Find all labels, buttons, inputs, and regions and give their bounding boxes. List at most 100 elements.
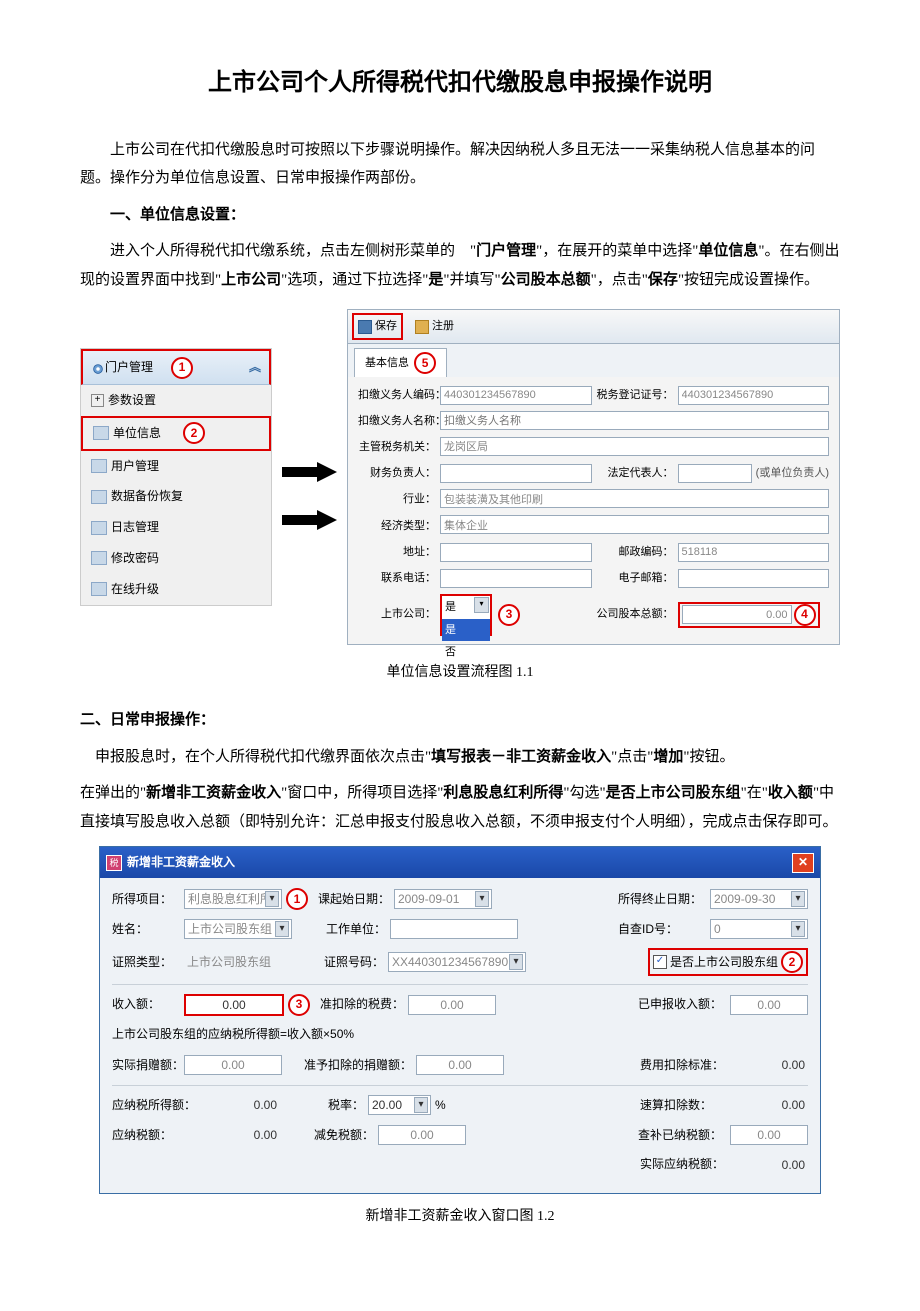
- arrow-right-icon: [282, 462, 337, 482]
- sidebar-item-upgrade[interactable]: 在线升级: [81, 574, 271, 605]
- marker-1: 1: [286, 888, 308, 910]
- dialog-add-income: 税 新增非工资薪金收入 ✕ 所得项目： 利息股息红利所 1 课起始日期： 200…: [99, 846, 821, 1194]
- input-donation[interactable]: 0.00: [184, 1055, 282, 1075]
- label-donation: 实际捐赠额：: [112, 1054, 180, 1077]
- input-start-date[interactable]: 2009-09-01: [394, 889, 492, 909]
- input-capital[interactable]: [682, 605, 792, 624]
- sidebar-item-password[interactable]: 修改密码: [81, 543, 271, 574]
- figure1: 门户管理 1 ︽ +参数设置 单位信息2 用户管理 数据备份恢复 日志管理 修改…: [80, 309, 840, 645]
- label-code: 扣缴义务人编码：: [358, 385, 436, 406]
- close-button[interactable]: ✕: [792, 853, 814, 873]
- input-certno[interactable]: XX440301234567890: [388, 952, 526, 972]
- caption-fig2: 新增非工资薪金收入窗口图 1.2: [80, 1204, 840, 1231]
- label-paid: 查补已纳税额：: [638, 1124, 726, 1147]
- label-declared: 已申报收入额：: [638, 993, 726, 1016]
- label-allow: 准予扣除的捐赠额：: [302, 1054, 412, 1077]
- input-relief[interactable]: 0.00: [378, 1125, 466, 1145]
- register-button[interactable]: 注册: [411, 313, 458, 340]
- input-selfid[interactable]: 0: [710, 919, 808, 939]
- section1-body: 进入个人所得税代扣代缴系统，点击左侧树形菜单的 "门户管理"，在展开的菜单中选择…: [80, 237, 840, 294]
- sidebar-item-label: 数据备份恢复: [111, 485, 183, 508]
- input-finance[interactable]: [440, 464, 592, 483]
- sidebar-item-logs[interactable]: 日志管理: [81, 512, 271, 543]
- sidebar-item-params[interactable]: +参数设置: [81, 385, 271, 416]
- dialog-title: 新增非工资薪金收入: [127, 851, 235, 874]
- chevron-down-icon[interactable]: ▾: [474, 597, 489, 613]
- input-name[interactable]: [440, 411, 829, 430]
- label-name: 姓名：: [112, 918, 180, 941]
- sidebar-item-label: 日志管理: [111, 516, 159, 539]
- value-std: 0.00: [732, 1056, 808, 1074]
- percent-sign: %: [435, 1094, 446, 1117]
- tab-strip: 基本信息 5: [348, 344, 839, 377]
- input-post[interactable]: [678, 543, 830, 562]
- arrow-block: [282, 424, 337, 530]
- sidebar-item-unit-info[interactable]: 单位信息2: [81, 416, 271, 451]
- dialog-body: 所得项目： 利息股息红利所 1 课起始日期： 2009-09-01 所得终止日期…: [100, 878, 820, 1193]
- save-icon: [358, 320, 372, 334]
- combo-option-yes-sel[interactable]: 是: [442, 619, 490, 642]
- select-project[interactable]: 利息股息红利所: [184, 889, 282, 909]
- input-income[interactable]: 0.00: [184, 994, 284, 1016]
- label-certtype: 证照类型：: [112, 951, 180, 974]
- doc-title: 上市公司个人所得税代扣代缴股息申报操作说明: [80, 60, 840, 106]
- label-real: 实际应纳税额：: [640, 1153, 728, 1176]
- sidebar-item-label: 修改密码: [111, 547, 159, 570]
- label-relief: 减免税额：: [304, 1124, 374, 1147]
- label-post: 邮政编码：: [596, 542, 674, 563]
- tab-basic-info[interactable]: 基本信息 5: [354, 348, 447, 377]
- label-selfid: 自查ID号：: [618, 918, 706, 941]
- input-end-date[interactable]: 2009-09-30: [710, 889, 808, 909]
- chevron-up-icon[interactable]: ︽: [249, 356, 261, 379]
- input-allow[interactable]: 0.00: [416, 1055, 504, 1075]
- input-paid[interactable]: 0.00: [730, 1125, 808, 1145]
- label-email: 电子邮箱：: [596, 568, 674, 589]
- label-rate: 税率：: [304, 1094, 364, 1117]
- marker-4: 4: [794, 604, 816, 626]
- save-button[interactable]: 保存: [352, 313, 403, 340]
- input-work[interactable]: [390, 919, 518, 939]
- input-legal[interactable]: [678, 464, 752, 483]
- input-declared[interactable]: 0.00: [730, 995, 808, 1015]
- input-industry[interactable]: [440, 489, 829, 508]
- input-taxreg[interactable]: [678, 386, 830, 405]
- label-finance: 财务负责人：: [358, 463, 436, 484]
- checkbox-shareholder-group[interactable]: ✓ 是否上市公司股东组 2: [648, 948, 808, 977]
- marker-3: 3: [288, 994, 310, 1016]
- sidebar-item-label: 单位信息: [113, 422, 161, 445]
- value-certtype: 上市公司股东组: [184, 953, 290, 971]
- form-panel: 保存 注册 基本信息 5 扣缴义务人编码： 税务登记证号： 扣缴义务人名称： 主…: [347, 309, 840, 645]
- value-taxable: 0.00: [204, 1096, 280, 1114]
- combo-option-no[interactable]: 否: [442, 641, 490, 664]
- input-name[interactable]: 上市公司股东组: [184, 919, 292, 939]
- label-income: 收入额：: [112, 993, 180, 1016]
- input-fee[interactable]: 0.00: [408, 995, 496, 1015]
- marker-3: 3: [498, 604, 520, 626]
- toolbar: 保存 注册: [348, 310, 839, 344]
- doc-icon: [91, 521, 107, 535]
- app-icon: 税: [106, 855, 122, 871]
- value-due: 0.00: [204, 1126, 280, 1144]
- sidebar-item-label: 在线升级: [111, 578, 159, 601]
- label-address: 地址：: [358, 542, 436, 563]
- select-rate[interactable]: 20.00: [368, 1095, 431, 1115]
- input-econ[interactable]: [440, 515, 829, 534]
- check-icon: ✓: [653, 955, 667, 969]
- label-end: 所得终止日期：: [618, 888, 706, 911]
- label-certno: 证照号码：: [314, 951, 384, 974]
- label-project: 所得项目：: [112, 888, 180, 911]
- sidebar: 门户管理 1 ︽ +参数设置 单位信息2 用户管理 数据备份恢复 日志管理 修改…: [80, 348, 272, 605]
- select-listed[interactable]: 是 是 否 ▾: [440, 594, 492, 636]
- input-email[interactable]: [678, 569, 830, 588]
- input-address[interactable]: [440, 543, 592, 562]
- sidebar-header[interactable]: 门户管理 1 ︽: [81, 349, 271, 385]
- input-code[interactable]: [440, 386, 592, 405]
- value-quick: 0.00: [732, 1096, 808, 1114]
- doc-icon: [91, 582, 107, 596]
- sidebar-item-label: 用户管理: [111, 455, 159, 478]
- input-tel[interactable]: [440, 569, 592, 588]
- doc-icon: [91, 459, 107, 473]
- input-organ[interactable]: [440, 437, 829, 456]
- sidebar-item-backup[interactable]: 数据备份恢复: [81, 481, 271, 512]
- sidebar-item-users[interactable]: 用户管理: [81, 451, 271, 482]
